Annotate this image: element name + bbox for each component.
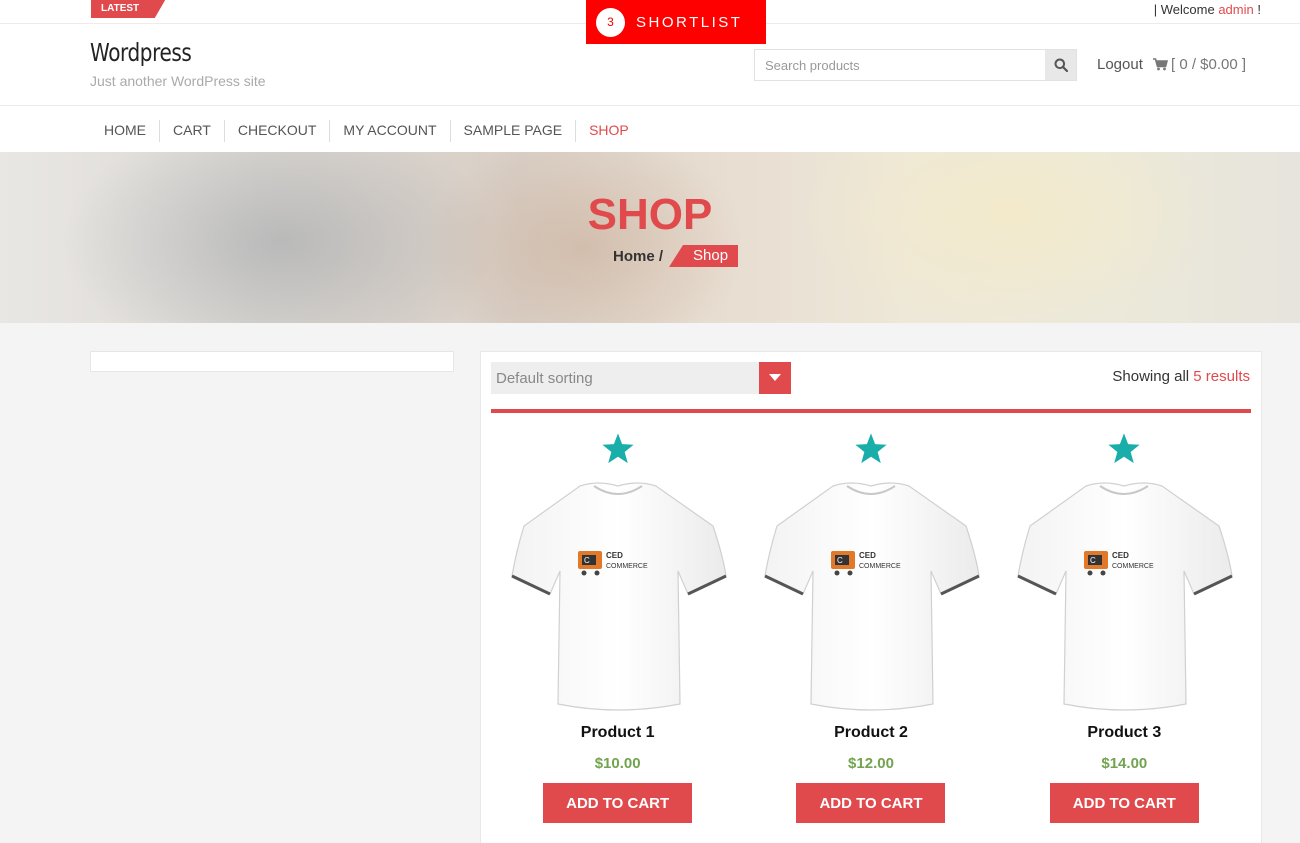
tshirt-logo-bottom: COMMERCE (606, 563, 648, 570)
star-icon[interactable] (854, 432, 888, 466)
product-name[interactable]: Product 1 (581, 724, 655, 742)
tshirt-logo-bottom: COMMERCE (859, 563, 901, 570)
product-card: C CED COMMERCE Product 1 $10.00 ADD TO C… (491, 432, 744, 823)
shortlist-count-badge: 3 (596, 7, 625, 37)
breadcrumb-home-link[interactable]: Home / (613, 248, 663, 265)
star-icon[interactable] (601, 432, 635, 466)
add-to-cart-button[interactable]: ADD TO CART (1049, 783, 1199, 823)
product-card: C CED COMMERCE Product 3 $14.00 ADD TO C… (998, 432, 1251, 823)
product-name[interactable]: Product 3 (1087, 724, 1161, 742)
product-card: C CED COMMERCE Product 2 $12.00 ADD TO C… (744, 432, 997, 823)
nav-item-sample-page[interactable]: SAMPLE PAGE (451, 120, 577, 142)
result-count-value: 5 results (1193, 368, 1250, 385)
nav-item-checkout[interactable]: CHECKOUT (225, 120, 331, 142)
result-count: Showing all 5 results (1112, 368, 1250, 385)
tshirt-logo-top: CED (1112, 551, 1129, 560)
chevron-down-icon (769, 374, 781, 381)
welcome-text: | Welcome admin ! (1154, 2, 1261, 17)
product-price: $10.00 (594, 755, 641, 772)
search-icon (1054, 58, 1068, 72)
shortlist-label: SHORTLIST (636, 13, 743, 31)
welcome-user-link[interactable]: admin (1218, 2, 1253, 17)
site-tagline: Just another WordPress site (90, 73, 266, 89)
page-hero-banner: SHOP Home / Shop (0, 152, 1300, 323)
sort-select[interactable]: Default sorting (491, 362, 791, 394)
logout-link[interactable]: Logout (1097, 56, 1143, 73)
shop-product-panel: Default sorting Showing all 5 results C … (480, 351, 1262, 843)
nav-item-cart[interactable]: CART (160, 120, 225, 142)
breadcrumb-current: Shop (669, 245, 739, 267)
product-image[interactable]: C CED COMMERCE (1014, 476, 1234, 716)
product-grid: C CED COMMERCE Product 1 $10.00 ADD TO C… (491, 432, 1251, 823)
cart-icon (1153, 58, 1168, 71)
svg-text:C: C (584, 556, 590, 565)
welcome-suffix: ! (1257, 2, 1261, 17)
star-icon[interactable] (1107, 432, 1141, 466)
tshirt-logo-bottom: COMMERCE (1112, 563, 1154, 570)
product-price: $12.00 (848, 755, 894, 772)
nav-item-my-account[interactable]: MY ACCOUNT (330, 120, 451, 142)
product-image[interactable]: C CED COMMERCE (508, 476, 728, 716)
nav-item-home[interactable]: HOME (91, 120, 160, 142)
header-cart-link[interactable]: [ 0 / $0.00 ] (1153, 56, 1246, 73)
product-price: $14.00 (1101, 755, 1148, 772)
svg-text:C: C (1090, 556, 1096, 565)
page-title: SHOP (587, 190, 713, 239)
site-title[interactable]: Wordpress (90, 38, 192, 67)
tshirt-logo-top: CED (859, 551, 876, 560)
main-navigation: HOME CART CHECKOUT MY ACCOUNT SAMPLE PAG… (0, 106, 1300, 152)
cart-summary: [ 0 / $0.00 ] (1171, 56, 1247, 73)
welcome-prefix: | Welcome (1153, 2, 1215, 17)
tshirt-logo-top: CED (606, 551, 623, 560)
sort-select-value: Default sorting (496, 369, 593, 387)
sort-select-toggle[interactable] (759, 362, 791, 394)
shortlist-button[interactable]: 3 SHORTLIST (586, 0, 766, 44)
product-image[interactable]: C CED COMMERCE (761, 476, 981, 716)
divider (491, 409, 1251, 413)
search-button[interactable] (1045, 50, 1076, 80)
sidebar-widget (90, 351, 454, 372)
svg-text:C: C (837, 556, 843, 565)
add-to-cart-button[interactable]: ADD TO CART (796, 783, 946, 823)
product-search-form (754, 49, 1077, 81)
result-count-prefix: Showing all (1112, 368, 1190, 385)
breadcrumb: Home / Shop (613, 245, 739, 267)
nav-item-shop[interactable]: SHOP (576, 120, 642, 142)
search-input[interactable] (755, 50, 1045, 80)
add-to-cart-button[interactable]: ADD TO CART (543, 783, 693, 823)
latest-badge: LATEST (91, 0, 166, 18)
product-name[interactable]: Product 2 (834, 724, 908, 742)
